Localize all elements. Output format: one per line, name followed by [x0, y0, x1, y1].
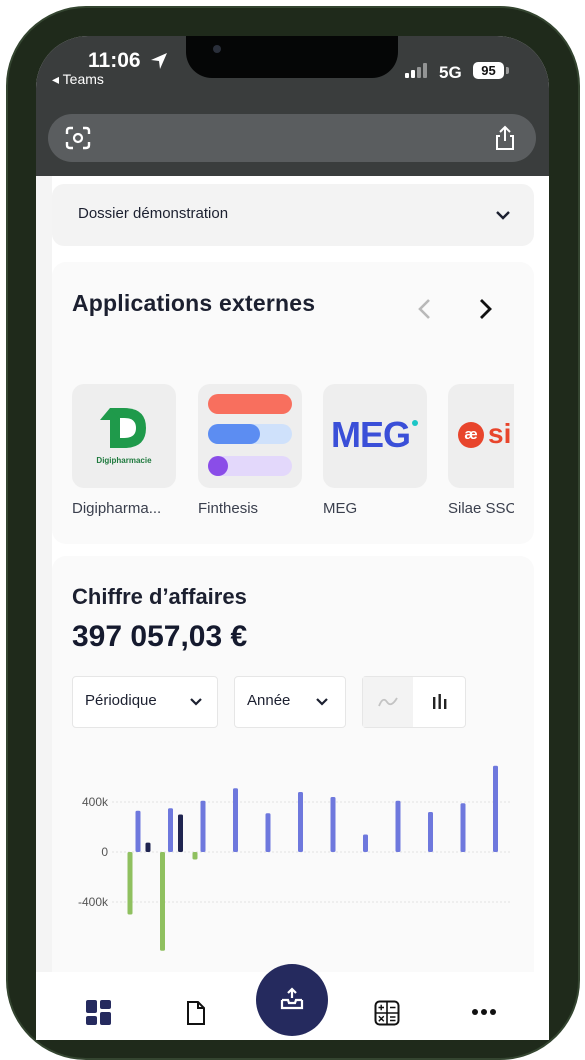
- chart-bar[interactable]: [233, 788, 238, 852]
- chart-bar[interactable]: [330, 797, 336, 852]
- chevron-down-icon: [316, 698, 328, 706]
- year-select-value: Année: [247, 692, 291, 709]
- phone-screen: 11:06 ◂ Teams 5G 95 Dossier démonstratio…: [36, 36, 549, 1040]
- address-bar[interactable]: [48, 114, 536, 162]
- chart-bar[interactable]: [178, 814, 183, 853]
- back-to-teams-link[interactable]: ◂ Teams: [52, 71, 104, 88]
- dashboard-icon[interactable]: [86, 1000, 112, 1026]
- digipharmacie-logo-icon: [100, 408, 146, 448]
- silae-logo-icon: æ: [458, 422, 484, 448]
- chart-bar[interactable]: [265, 813, 271, 852]
- app-tile-finthesis[interactable]: [198, 384, 302, 488]
- dynamic-island: [186, 36, 398, 78]
- external-apps-card: Applications externes Digipharmacie Digi…: [52, 262, 534, 544]
- chart-bar[interactable]: [460, 803, 466, 852]
- network-type: 5G: [439, 63, 462, 82]
- chart-bar[interactable]: [298, 792, 303, 852]
- chart-bar[interactable]: [192, 852, 198, 860]
- app-tile-meg[interactable]: MEG: [323, 384, 427, 488]
- chevron-down-icon: [190, 698, 202, 706]
- chart-bar[interactable]: [145, 842, 151, 852]
- y-tick-label: 800k: [82, 756, 109, 759]
- period-select[interactable]: Périodique: [72, 676, 218, 728]
- app-label: Silae SSC: [448, 500, 514, 517]
- app-tile-digipharmacie[interactable]: Digipharmacie: [72, 384, 176, 488]
- y-tick-label: 0: [101, 845, 108, 859]
- document-icon[interactable]: [186, 1000, 206, 1026]
- meg-logo-text: MEG: [331, 414, 411, 455]
- app-tile-silae[interactable]: æ si: [448, 384, 514, 488]
- chevron-down-icon: [496, 211, 510, 220]
- chevron-right-icon[interactable]: [479, 298, 493, 320]
- chart-bar[interactable]: [160, 852, 165, 951]
- clock: 11:06: [88, 49, 141, 72]
- app-tile-silae-clip: æ si: [448, 384, 514, 488]
- location-arrow-icon: [151, 53, 167, 69]
- more-icon[interactable]: [471, 1008, 497, 1016]
- signal-icon: [405, 63, 431, 78]
- battery-indicator: 95: [473, 62, 504, 79]
- chart-bar[interactable]: [200, 800, 206, 852]
- scan-icon[interactable]: [65, 126, 91, 150]
- share-icon[interactable]: [494, 125, 516, 151]
- chart-bar[interactable]: [363, 834, 368, 853]
- section-title: Applications externes: [72, 290, 316, 316]
- chart-type-toggle: [362, 676, 466, 728]
- dossier-selector[interactable]: Dossier démonstration: [52, 184, 534, 246]
- inbox-upload-icon: [280, 987, 304, 1010]
- app-label: Digipharma...: [72, 500, 162, 517]
- chart-bar[interactable]: [428, 812, 433, 852]
- calculator-icon[interactable]: [374, 1000, 400, 1026]
- y-tick-label: 400k: [82, 795, 109, 809]
- revenue-card: Chiffre d’affaires 397 057,03 € Périodiq…: [52, 556, 534, 1016]
- battery-tip: [506, 67, 509, 74]
- chart-bar[interactable]: [395, 800, 401, 852]
- period-select-value: Périodique: [85, 692, 157, 709]
- chevron-left-icon[interactable]: [417, 298, 431, 320]
- meg-logo-dot: [412, 420, 418, 426]
- chart-bar[interactable]: [127, 852, 133, 915]
- page-content: Dossier démonstration Applications exter…: [52, 176, 549, 1040]
- line-chart-icon: [378, 697, 398, 707]
- app-label: Finthesis: [198, 500, 259, 517]
- dossier-label: Dossier démonstration: [78, 205, 229, 222]
- finthesis-logo-bar: [208, 424, 260, 444]
- line-chart-button[interactable]: [363, 677, 413, 727]
- status-bar: 11:06 ◂ Teams 5G 95: [36, 36, 549, 176]
- app-label: MEG: [323, 500, 358, 517]
- upload-fab-button[interactable]: [256, 964, 328, 1036]
- finthesis-logo-icon: [208, 394, 292, 414]
- bar-chart-icon: [433, 694, 447, 709]
- bar-chart-button[interactable]: [415, 677, 465, 727]
- finthesis-logo-dot: [208, 456, 228, 476]
- chart-bar[interactable]: [493, 765, 498, 852]
- year-select[interactable]: Année: [234, 676, 346, 728]
- digipharmacie-logo-text: Digipharmacie: [96, 456, 152, 465]
- revenue-total: 397 057,03 €: [72, 620, 248, 653]
- revenue-title: Chiffre d’affaires: [72, 584, 247, 609]
- chart-bar[interactable]: [135, 810, 141, 852]
- chart-bar[interactable]: [168, 808, 173, 852]
- y-tick-label: -400k: [78, 895, 109, 909]
- silae-logo-text: si: [488, 418, 512, 449]
